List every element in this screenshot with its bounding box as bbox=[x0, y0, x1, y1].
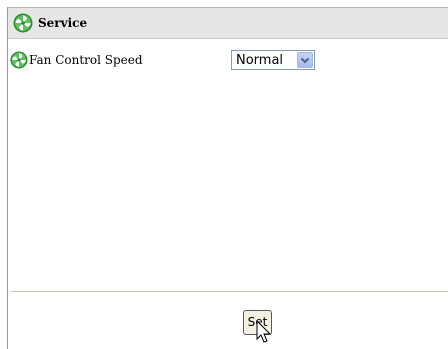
fan-control-speed-label: Fan Control Speed bbox=[29, 53, 143, 67]
divider bbox=[11, 291, 448, 292]
fan-speed-selected-value: Normal bbox=[236, 53, 284, 68]
chevron-down-icon bbox=[300, 57, 310, 64]
service-panel: Service Fan Control Speed Normal Set bbox=[7, 7, 448, 349]
panel-title: Service bbox=[38, 16, 88, 30]
fan-icon bbox=[10, 51, 28, 69]
mouse-cursor-icon bbox=[256, 320, 272, 343]
fan-icon bbox=[13, 13, 33, 33]
fan-speed-select[interactable]: Normal bbox=[231, 50, 315, 70]
dropdown-button[interactable] bbox=[297, 52, 313, 68]
panel-header: Service bbox=[8, 8, 448, 39]
